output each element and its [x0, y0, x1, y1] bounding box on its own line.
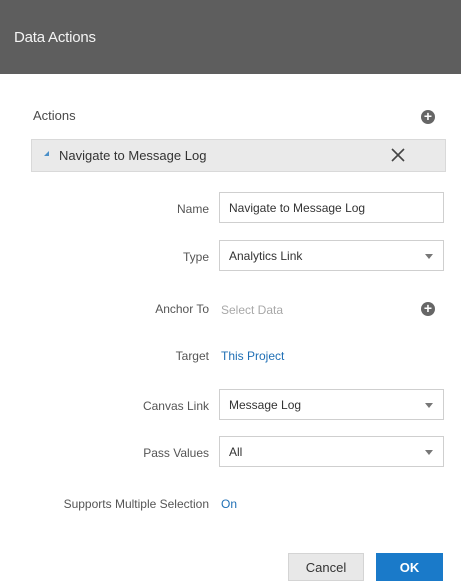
name-field[interactable]: Navigate to Message Log	[219, 192, 444, 223]
expand-triangle-icon[interactable]	[44, 151, 49, 156]
canvas-link-select-value: Message Log	[229, 398, 302, 412]
ok-button[interactable]: OK	[376, 553, 443, 581]
type-select[interactable]: Analytics Link	[219, 240, 444, 271]
anchor-to-label: Anchor To	[155, 302, 209, 316]
close-icon[interactable]	[389, 146, 407, 164]
dialog-header: Data Actions	[0, 0, 461, 74]
add-action-plus-icon[interactable]: +	[421, 109, 435, 124]
type-label: Type	[182, 250, 209, 264]
supports-multiple-selection-label: Supports Multiple Selection	[63, 497, 209, 511]
pass-values-select[interactable]: All	[219, 436, 444, 467]
cancel-button[interactable]: Cancel	[288, 553, 364, 581]
supports-multiple-selection-toggle[interactable]: On	[221, 497, 237, 511]
actions-label: Actions	[33, 108, 76, 123]
pass-values-label: Pass Values	[143, 446, 209, 460]
target-link[interactable]: This Project	[221, 349, 284, 363]
canvas-link-label: Canvas Link	[142, 399, 209, 413]
chevron-down-icon	[425, 254, 433, 259]
action-list-item[interactable]: Navigate to Message Log	[31, 139, 446, 172]
type-select-value: Analytics Link	[229, 249, 303, 263]
canvas-link-select[interactable]: Message Log	[219, 389, 444, 420]
target-label: Target	[175, 349, 209, 363]
chevron-down-icon	[425, 450, 433, 455]
name-label: Name	[176, 202, 209, 216]
dialog-title: Data Actions	[14, 29, 96, 46]
add-anchor-plus-icon[interactable]: +	[421, 301, 435, 316]
chevron-down-icon	[425, 403, 433, 408]
name-field-value: Navigate to Message Log	[229, 201, 366, 215]
pass-values-select-value: All	[229, 445, 243, 459]
action-item-label: Navigate to Message Log	[59, 148, 207, 163]
anchor-to-select-data[interactable]: Select Data	[221, 303, 283, 317]
